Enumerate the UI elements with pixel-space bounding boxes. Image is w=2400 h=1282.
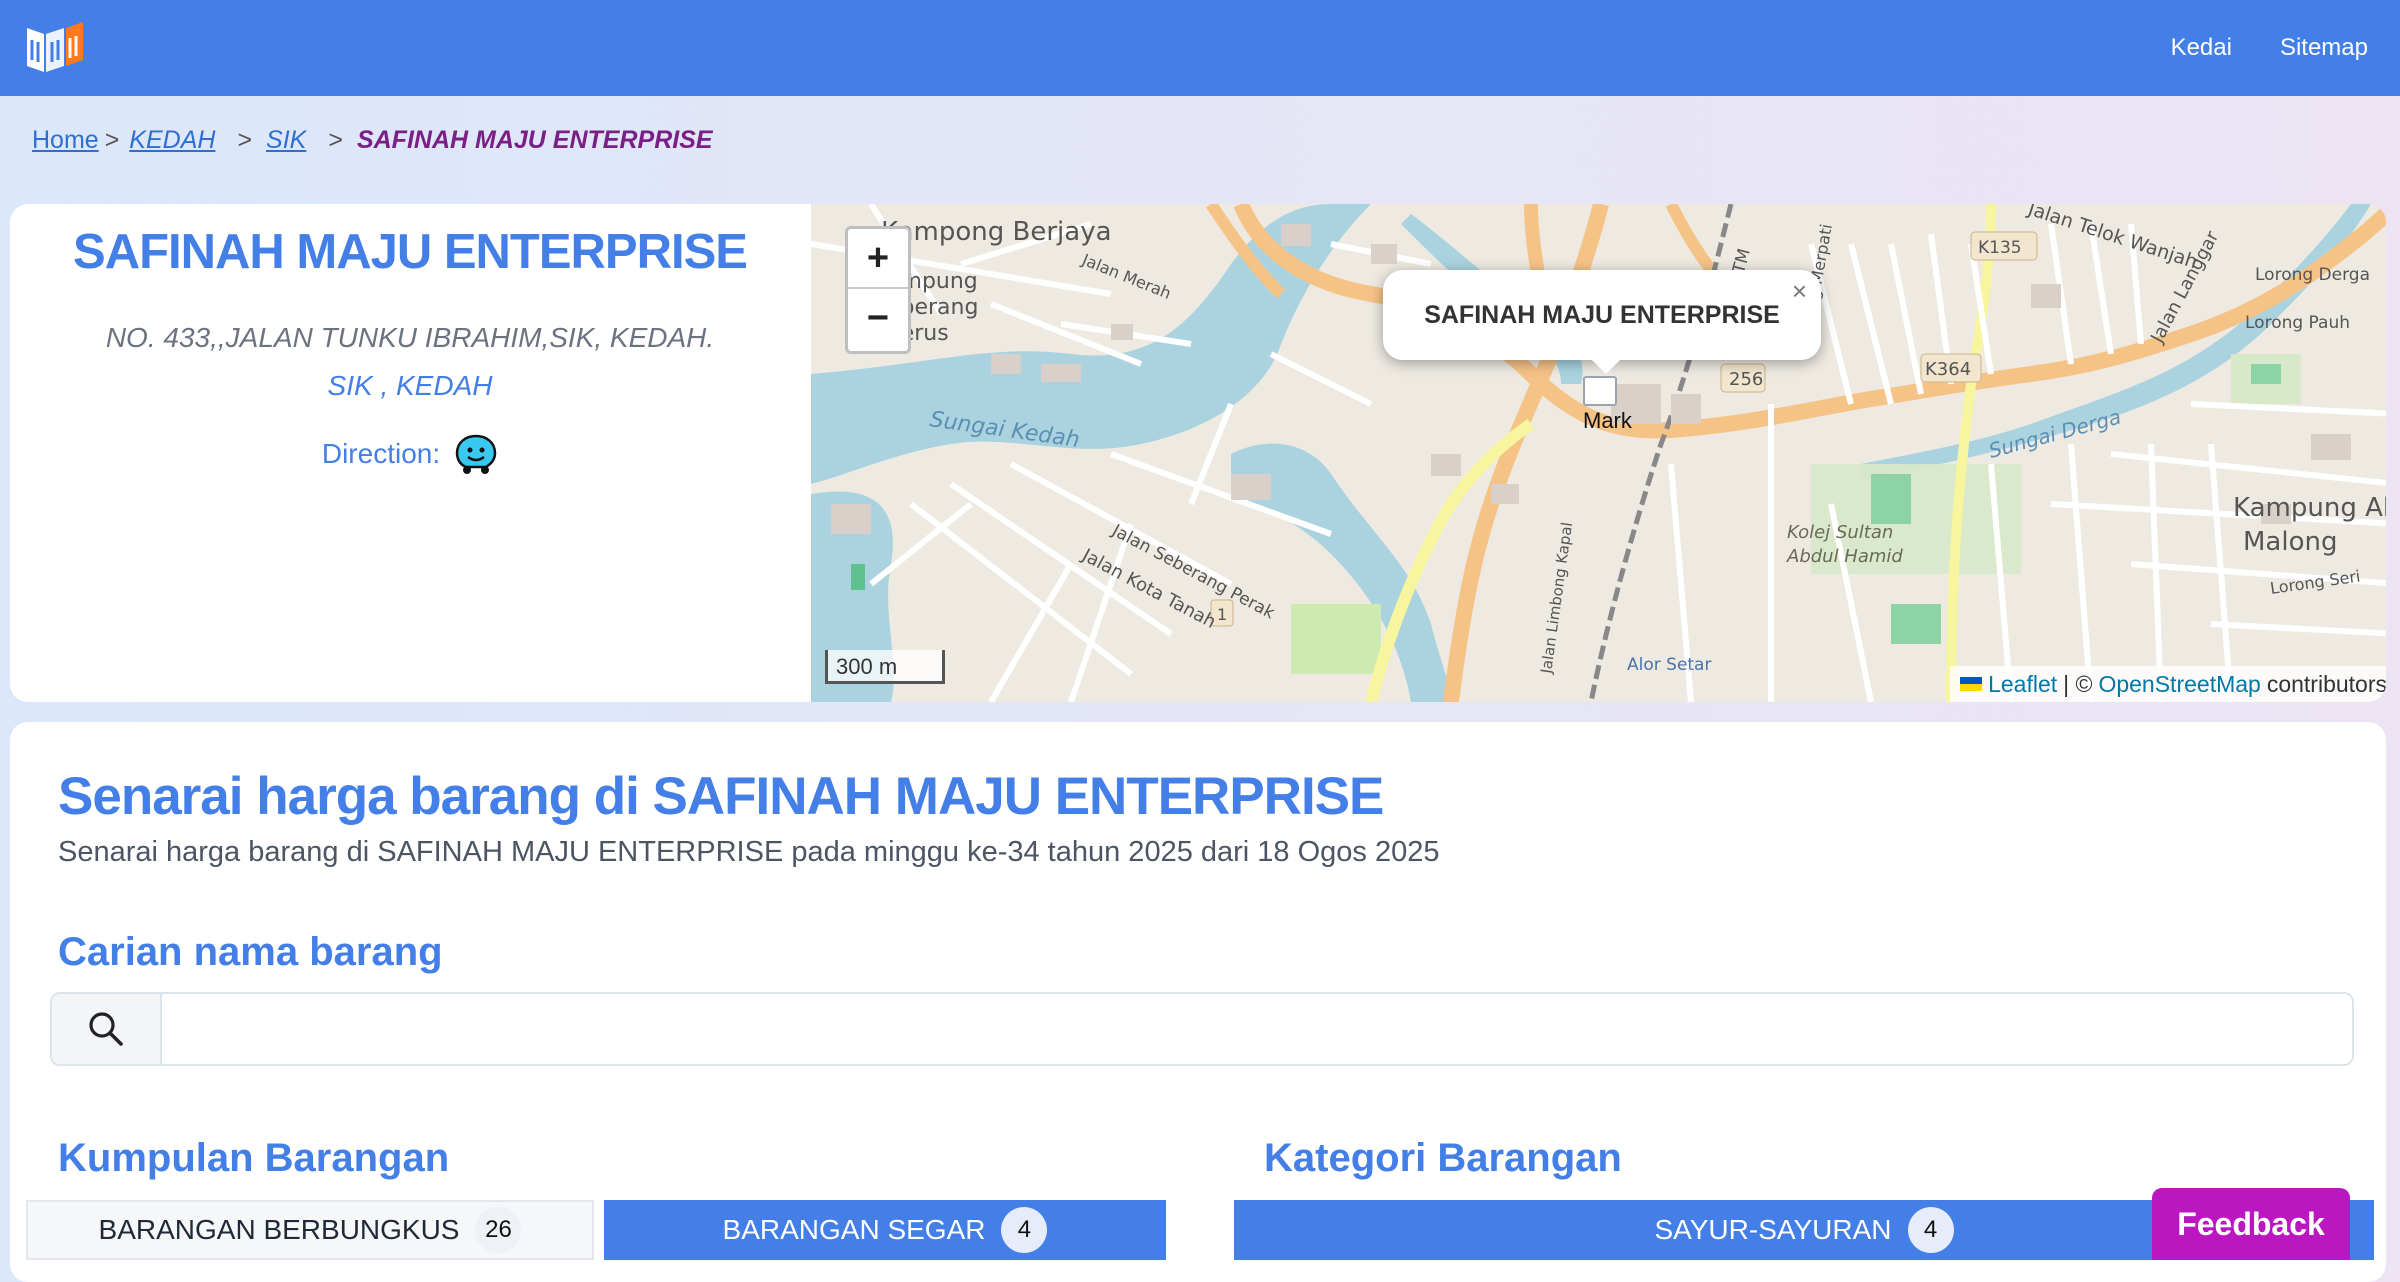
categories-title: Kategori Barangan	[1264, 1136, 1622, 1180]
map-label: Kampung Al	[2233, 493, 2386, 523]
breadcrumb-separator: >	[104, 126, 120, 154]
count-badge: 26	[475, 1207, 522, 1253]
map-label: 256	[1729, 369, 1763, 390]
search-group	[50, 992, 2354, 1066]
shop-area: SIK , KEDAH	[327, 370, 493, 401]
search-addon	[52, 994, 162, 1064]
popup-title: SAFINAH MAJU ENTERPRISE	[1424, 300, 1780, 329]
map-label: Kolej Sultan	[1787, 522, 1893, 543]
direction-label: Direction:	[321, 438, 441, 469]
map-label: Lorong Derga	[2255, 265, 2370, 285]
count-badge: 4	[1907, 1207, 1954, 1253]
shop-card: SAFINAH MAJU ENTERPRISE NO. 433,,JALAN T…	[10, 204, 2386, 702]
breadcrumb-separator: >	[237, 126, 253, 154]
map-label: Malong	[2243, 527, 2337, 557]
price-list-card: Senarai harga barang di SAFINAH MAJU ENT…	[10, 722, 2386, 1282]
count-badge: 4	[1001, 1207, 1048, 1253]
map-label: Lorong Pauh	[2245, 313, 2350, 333]
map-label: Kampong Berjaya	[881, 217, 1112, 247]
map-label: K364	[1925, 359, 1971, 380]
logo-icon[interactable]	[24, 20, 86, 76]
navbar: Kedai Sitemap	[0, 0, 2400, 96]
search-input[interactable]	[162, 994, 2352, 1064]
marker-alt-text: Mark	[1583, 408, 1632, 433]
popup-tip	[1590, 358, 1622, 374]
shop-info: SAFINAH MAJU ENTERPRISE NO. 433,,JALAN T…	[10, 204, 810, 702]
tab-barangan-berbungkus[interactable]: BARANGAN BERBUNGKUS 26	[26, 1200, 594, 1260]
tab-label: BARANGAN BERBUNGKUS	[98, 1214, 460, 1245]
map-label: Abdul Hamid	[1786, 546, 1903, 567]
breadcrumb: Home > KEDAH > SIK > SAFINAH MAJU ENTERP…	[32, 126, 713, 155]
nav-links: Kedai Sitemap	[2171, 34, 2368, 62]
map-attribution: Leaflet | © OpenStreetMap contributors	[1950, 666, 2386, 702]
nav-link-kedai[interactable]: Kedai	[2171, 34, 2232, 62]
direction-row: Direction:	[10, 432, 810, 476]
map-label: Alor Setar	[1627, 655, 1711, 675]
attribution-separator: | ©	[2063, 670, 2093, 697]
map-label: K135	[1978, 238, 2022, 258]
shop-address: NO. 433,,JALAN TUNKU IBRAHIM,SIK, KEDAH.	[105, 322, 715, 353]
zoom-control: + −	[845, 226, 911, 354]
shop-name: SAFINAH MAJU ENTERPRISE	[73, 225, 748, 279]
tab-label: BARANGAN SEGAR	[722, 1214, 986, 1245]
osm-link[interactable]: OpenStreetMap	[2098, 671, 2260, 698]
map-popup: SAFINAH MAJU ENTERPRISE ×	[1383, 270, 1821, 374]
breadcrumb-current: SAFINAH MAJU ENTERPRISE	[356, 126, 713, 154]
groups-title: Kumpulan Barangan	[58, 1136, 450, 1180]
map-label: 1	[1217, 605, 1227, 624]
tab-barangan-segar[interactable]: BARANGAN SEGAR 4	[604, 1200, 1166, 1260]
broken-image-icon	[1583, 376, 1617, 406]
tab-label: SAYUR-SAYURAN	[1654, 1214, 1892, 1245]
zoom-in-button[interactable]: +	[848, 229, 908, 287]
ukraine-flag-icon	[1960, 677, 1983, 691]
breadcrumb-separator: >	[328, 126, 343, 154]
nav-link-sitemap[interactable]: Sitemap	[2280, 34, 2368, 62]
popup-close-button[interactable]: ×	[1792, 276, 1807, 307]
breadcrumb-state[interactable]: KEDAH	[129, 126, 215, 155]
map-scale: 300 m	[825, 650, 945, 684]
map-marker[interactable]: Mark	[1583, 376, 1643, 438]
leaflet-link[interactable]: Leaflet	[1988, 671, 2057, 698]
page-subtitle: Senarai harga barang di SAFINAH MAJU ENT…	[58, 836, 1440, 868]
attribution-suffix: contributors	[2266, 670, 2386, 697]
page-title: Senarai harga barang di SAFINAH MAJU ENT…	[58, 767, 1384, 826]
waze-icon[interactable]	[454, 432, 498, 476]
search-label: Carian nama barang	[58, 930, 443, 974]
feedback-button[interactable]: Feedback	[2152, 1188, 2350, 1260]
breadcrumb-area[interactable]: SIK	[266, 126, 306, 155]
zoom-out-button[interactable]: −	[848, 287, 908, 347]
map[interactable]: Kampong Berjaya Kampung Seberang Terus S…	[811, 204, 2386, 702]
search-icon	[89, 1012, 123, 1046]
breadcrumb-home[interactable]: Home	[32, 126, 99, 155]
